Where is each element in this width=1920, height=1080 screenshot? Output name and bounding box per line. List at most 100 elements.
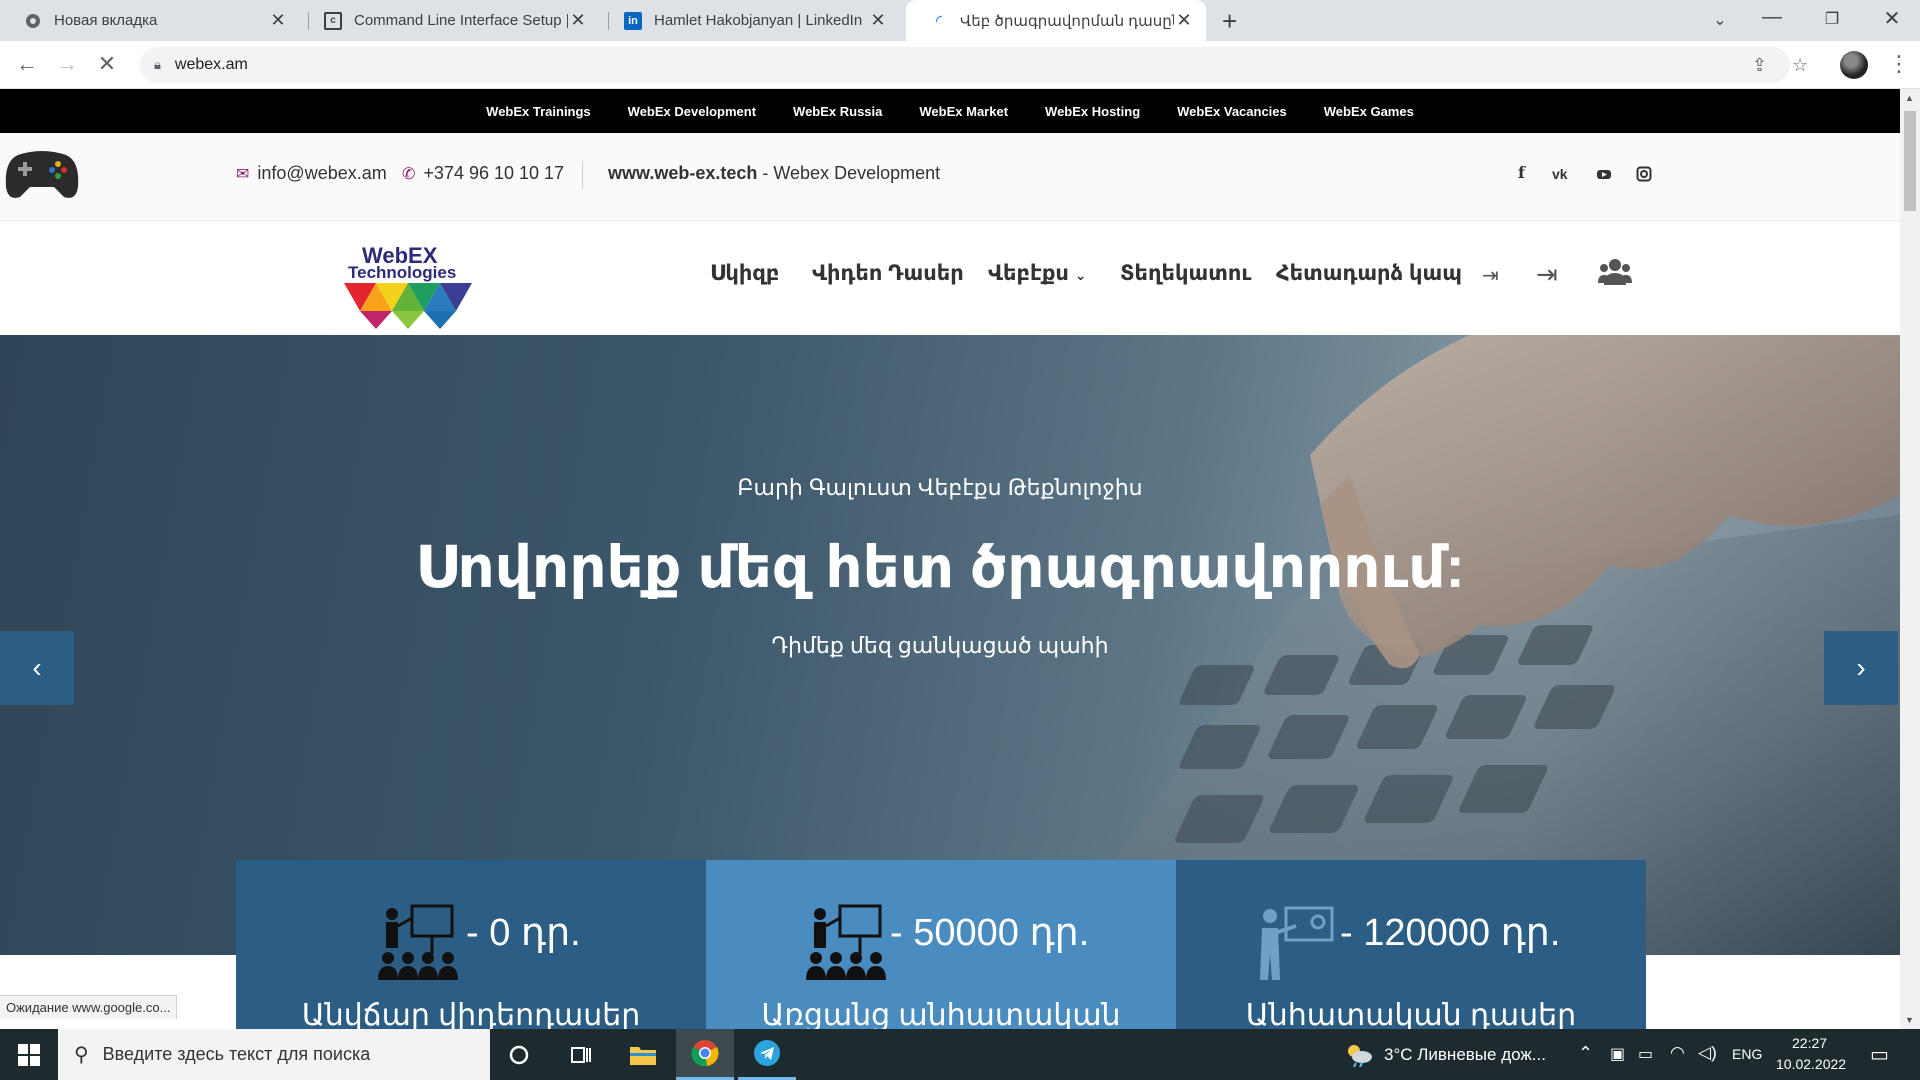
tab-search-chevron-icon[interactable]: ⌄ bbox=[1700, 10, 1740, 30]
taskbar-search-box[interactable]: ⚲ Введите здесь текст для поиска bbox=[58, 1029, 490, 1080]
menu-item-webex[interactable]: Վեբէքս ⌄ bbox=[988, 261, 1087, 286]
topnav-link-vacancies[interactable]: WebEx Vacancies bbox=[1177, 104, 1287, 119]
wifi-icon[interactable]: ◠ bbox=[1670, 1043, 1685, 1063]
browser-status-bubble: Ожидание www.google.co... bbox=[0, 995, 178, 1019]
meet-now-icon[interactable]: ▣ bbox=[1610, 1044, 1625, 1064]
slider-prev-button[interactable]: ‹ bbox=[0, 631, 74, 705]
close-tab-icon[interactable]: ✕ bbox=[568, 10, 588, 31]
bookmark-star-icon[interactable]: ☆ bbox=[1792, 55, 1808, 76]
browser-menu-icon[interactable]: ⋮ bbox=[1888, 51, 1910, 77]
windows-taskbar: ⚲ Введите здесь текст для поиска 3°C Лив… bbox=[0, 1029, 1920, 1080]
menu-item-video-lessons[interactable]: Վիդեո Դասեր bbox=[812, 261, 964, 286]
menu-item-reference[interactable]: Տեղեկատու bbox=[1120, 261, 1251, 286]
tab-cli-setup[interactable]: c Command Line Interface Setup | ✕ bbox=[300, 0, 600, 41]
topnav-link-russia[interactable]: WebEx Russia bbox=[793, 104, 882, 119]
chrome-icon bbox=[24, 12, 42, 30]
menu-item-contact[interactable]: Հետադարձ կապ bbox=[1276, 261, 1462, 286]
taskbar-search-placeholder: Введите здесь текст для поиска bbox=[102, 1044, 371, 1064]
volume-icon[interactable]: ◁) bbox=[1698, 1043, 1717, 1063]
topnav-link-games[interactable]: WebEx Games bbox=[1324, 104, 1414, 119]
clock-date[interactable]: 10.02.2022 bbox=[1776, 1056, 1846, 1072]
address-bar[interactable]: 🔒︎ webex.am bbox=[140, 47, 1790, 83]
teacher-presentation-icon bbox=[1260, 906, 1334, 980]
contact-email[interactable]: ✉ info@webex.am bbox=[236, 163, 387, 184]
restore-icon[interactable]: ❐ bbox=[1812, 9, 1852, 29]
tray-chevron-up-icon[interactable]: ⌃ bbox=[1578, 1043, 1593, 1064]
contact-phone[interactable]: ✆ +374 96 10 10 17 bbox=[402, 163, 564, 184]
topnav-link-trainings[interactable]: WebEx Trainings bbox=[486, 104, 591, 119]
vk-icon[interactable]: vk bbox=[1552, 166, 1568, 182]
gamepad-icon[interactable] bbox=[4, 147, 80, 203]
back-arrow-icon[interactable]: ← bbox=[12, 51, 42, 77]
window-close-icon[interactable]: ✕ bbox=[1872, 6, 1912, 31]
price-card-individual[interactable]: - 120000 դր. Անհատական դասեր bbox=[1176, 860, 1646, 1029]
webex-logo[interactable]: WebEX Technologies bbox=[340, 243, 476, 329]
forward-arrow-icon[interactable]: → bbox=[52, 51, 82, 77]
close-tab-icon[interactable]: ✕ bbox=[868, 10, 888, 31]
tab-new-tab[interactable]: Новая вкладка ✕ bbox=[0, 0, 300, 41]
file-explorer-icon[interactable] bbox=[614, 1029, 672, 1080]
site-link[interactable]: www.web-ex.tech - Webex Development bbox=[608, 163, 940, 184]
trainer-board-icon bbox=[806, 904, 886, 980]
slider-next-button[interactable]: › bbox=[1824, 631, 1898, 705]
weather-text[interactable]: 3°C Ливневые дож... bbox=[1384, 1045, 1546, 1065]
instagram-icon[interactable] bbox=[1636, 166, 1652, 187]
scroll-down-arrow-icon[interactable]: ▼ bbox=[1905, 1015, 1914, 1025]
price-value: - 50000 դր. bbox=[890, 912, 1090, 954]
share-icon[interactable]: ⇪ bbox=[1752, 55, 1767, 76]
scroll-up-arrow-icon[interactable]: ▲ bbox=[1905, 93, 1914, 103]
browser-toolbar: ← → ✕ 🔒︎ webex.am ⇪ ☆ ⋮ bbox=[0, 41, 1920, 89]
tab-webex[interactable]: ◜ Վեբ ծրագրավորման դասընթ ✕ bbox=[906, 0, 1206, 41]
menu-item-home[interactable]: Սկիզբ bbox=[710, 261, 779, 286]
tab-title: Command Line Interface Setup | bbox=[354, 12, 568, 29]
logo-text-line2: Technologies bbox=[348, 263, 457, 282]
scrollbar-thumb[interactable] bbox=[1904, 111, 1916, 211]
clock-time[interactable]: 22:27 bbox=[1792, 1035, 1827, 1051]
price-card-online[interactable]: - 50000 դր. Առցանց անհատական bbox=[706, 860, 1176, 1029]
login-icon[interactable]: ⇥ bbox=[1536, 259, 1558, 290]
phone-text: +374 96 10 10 17 bbox=[423, 163, 565, 183]
input-language[interactable]: ENG bbox=[1732, 1046, 1762, 1062]
telegram-icon[interactable] bbox=[738, 1029, 796, 1080]
minimize-icon[interactable]: — bbox=[1752, 6, 1792, 29]
hero-title: Սովորեք մեզ հետ ծրագրավորում: bbox=[415, 535, 1465, 600]
battery-icon[interactable]: ▭ bbox=[1638, 1044, 1653, 1064]
youtube-icon[interactable] bbox=[1596, 166, 1612, 187]
topnav-link-market[interactable]: WebEx Market bbox=[919, 104, 1008, 119]
facebook-icon[interactable]: f bbox=[1518, 163, 1525, 182]
contact-bar: ✉ info@webex.am ✆ +374 96 10 10 17 www.w… bbox=[0, 133, 1900, 221]
close-tab-icon[interactable]: ✕ bbox=[1174, 10, 1194, 31]
weather-icon[interactable] bbox=[1330, 1029, 1388, 1080]
tab-title: Վեբ ծրագրավորման դասընթ bbox=[960, 12, 1174, 30]
page-scrollbar[interactable]: ▲ ▼ bbox=[1900, 89, 1920, 1029]
menu-item-label: Վեբէքս bbox=[988, 262, 1069, 285]
tab-title: Новая вкладка bbox=[54, 12, 158, 29]
new-tab-plus-icon[interactable]: + bbox=[1222, 6, 1237, 37]
chrome-taskbar-icon[interactable] bbox=[676, 1029, 734, 1080]
email-text: info@webex.am bbox=[257, 163, 387, 183]
windows-start-icon[interactable] bbox=[0, 1029, 58, 1080]
top-nav-bar: WebEx Trainings WebEx Development WebEx … bbox=[0, 89, 1900, 133]
login-small-icon[interactable]: ⇥ bbox=[1482, 263, 1499, 288]
close-tab-icon[interactable]: ✕ bbox=[268, 10, 288, 31]
site-link-text: www.web-ex.tech bbox=[608, 163, 758, 183]
linkedin-icon: in bbox=[624, 11, 642, 30]
tab-linkedin[interactable]: in Hamlet Hakobjanyan | LinkedIn ✕ bbox=[600, 0, 900, 41]
stop-loading-icon[interactable]: ✕ bbox=[92, 51, 122, 77]
search-icon: ⚲ bbox=[74, 1044, 89, 1066]
users-icon[interactable] bbox=[1598, 257, 1632, 290]
browser-tab-strip: Новая вкладка ✕ c Command Line Interface… bbox=[0, 0, 1920, 41]
notifications-icon[interactable]: ▭ bbox=[1870, 1042, 1889, 1067]
chevron-down-icon: ⌄ bbox=[1074, 267, 1087, 283]
task-view-icon[interactable] bbox=[552, 1029, 610, 1080]
topnav-link-hosting[interactable]: WebEx Hosting bbox=[1045, 104, 1140, 119]
topnav-link-development[interactable]: WebEx Development bbox=[628, 104, 756, 119]
loading-icon: ◜ bbox=[935, 12, 943, 30]
cortana-circle-icon[interactable] bbox=[490, 1029, 548, 1080]
docs-icon: c bbox=[324, 11, 342, 30]
logo-hexagons bbox=[344, 283, 472, 329]
price-card-free[interactable]: - 0 դր. Անվճար վիդեոդասեր bbox=[236, 860, 706, 1029]
profile-avatar[interactable] bbox=[1840, 51, 1868, 79]
hero-kicker: Բարի Գալուստ Վեբէքս Թեքնոլոջիս bbox=[737, 475, 1143, 500]
hero-subtitle: Դիմեք մեզ ցանկացած պահի bbox=[771, 633, 1109, 658]
